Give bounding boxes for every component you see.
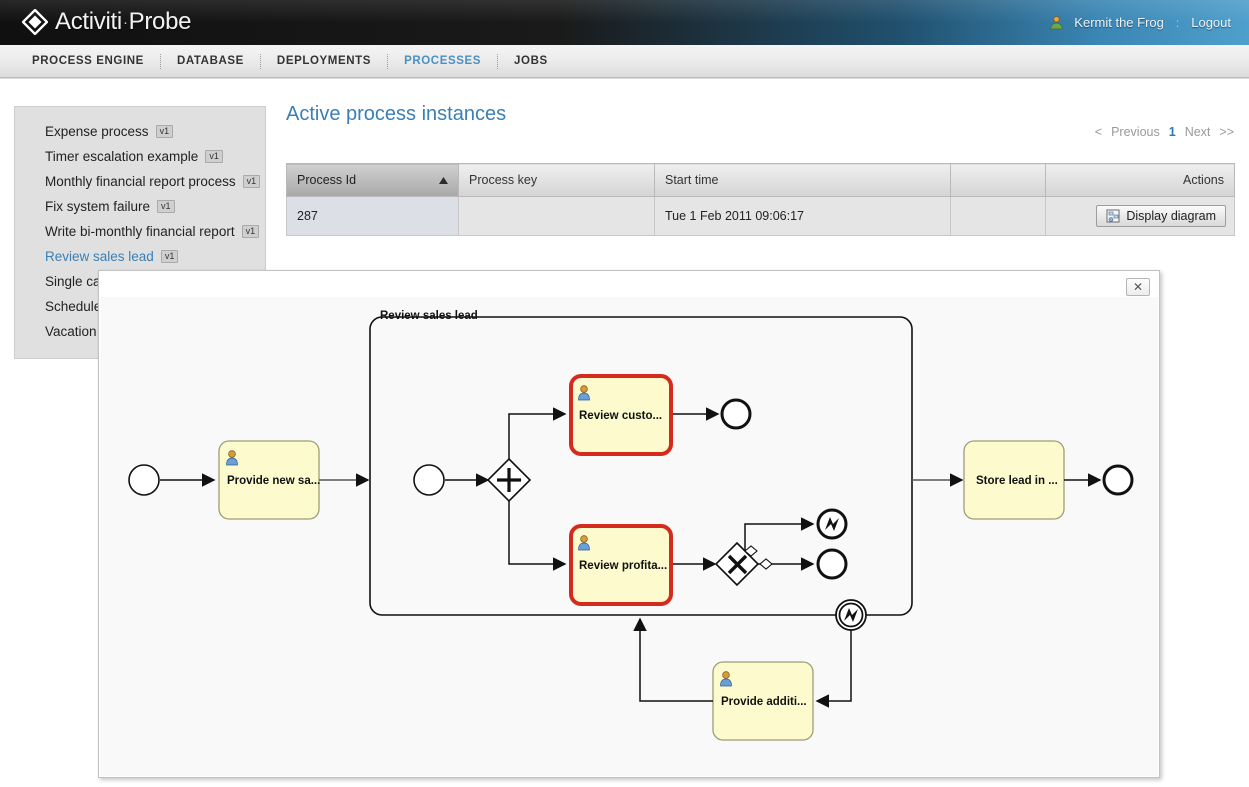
main-nav: PROCESS ENGINE DATABASE DEPLOYMENTS PROCESS… — [0, 45, 1249, 78]
sidebar-item-label[interactable]: Schedule — [45, 297, 101, 316]
brand-name-2: Probe — [128, 8, 192, 35]
brand-separator: · — [122, 14, 128, 31]
sidebar-item-label[interactable]: Review sales lead — [45, 247, 154, 266]
subprocess-label: Review sales lead — [380, 310, 478, 322]
version-badge: v1 — [155, 125, 174, 138]
end-event-review-customer[interactable] — [720, 398, 752, 430]
pagination: < Previous 1 Next >> — [1095, 125, 1234, 139]
sort-ascending-icon — [439, 177, 448, 184]
app-header: Activiti·Probe Kermit the Frog : Logout — [0, 0, 1249, 45]
nav-item-processes[interactable]: PROCESSES — [388, 45, 497, 78]
version-badge: v1 — [205, 150, 223, 163]
sidebar-item-write-bi-monthly-financial-report[interactable]: Write bi-monthly financial report v1 — [15, 219, 265, 244]
brand: Activiti·Probe — [22, 4, 192, 40]
task-review-profitability[interactable]: Review profita... — [569, 524, 673, 606]
user-icon — [1049, 15, 1064, 30]
cell-actions: Display diagram — [1045, 196, 1235, 236]
column-header-process-id[interactable]: Process Id — [286, 163, 459, 197]
pager-current-page[interactable]: 1 — [1169, 125, 1176, 139]
bpmn-diagram-canvas: Review sales lead Provide new sa... Revi… — [100, 297, 1158, 776]
version-badge: v1 — [157, 200, 175, 213]
column-header-label: Actions — [1183, 173, 1224, 187]
pager-next-arrow[interactable]: >> — [1219, 125, 1234, 139]
column-header-label: Start time — [665, 173, 719, 187]
version-badge: v1 — [160, 250, 179, 263]
sidebar-item-label[interactable]: Monthly financial report process — [45, 172, 236, 191]
sidebar-item-expense-process[interactable]: Expense process v1 — [15, 119, 265, 144]
diamond-logo-icon — [22, 9, 48, 35]
cell-process-id: 287 — [286, 196, 459, 236]
cell-blank — [950, 196, 1046, 236]
nav-item-jobs[interactable]: JOBS — [498, 45, 564, 78]
start-event[interactable] — [128, 464, 160, 496]
version-badge: v1 — [242, 175, 261, 188]
sidebar-item-timer-escalation-example[interactable]: Timer escalation example v1 — [15, 144, 265, 169]
pager-previous[interactable]: Previous — [1111, 125, 1160, 139]
sidebar-item-label[interactable]: Write bi-monthly financial report — [45, 222, 235, 241]
task-label: Store lead in ... — [976, 475, 1058, 487]
error-end-event[interactable] — [816, 508, 848, 540]
task-store-lead-in-system[interactable]: Store lead in ... — [963, 440, 1065, 520]
sidebar-item-label[interactable]: Timer escalation example — [45, 147, 198, 166]
brand-title: Activiti·Probe — [55, 8, 192, 36]
logout-link[interactable]: Logout — [1191, 15, 1231, 30]
task-label: Provide additi... — [721, 696, 807, 708]
task-provide-additional-details[interactable]: Provide additi... — [712, 661, 814, 741]
sidebar-item-fix-system-failure[interactable]: Fix system failure v1 — [15, 194, 265, 219]
pager-prev-arrow[interactable]: < — [1095, 125, 1102, 139]
nav-item-database[interactable]: DATABASE — [161, 45, 260, 78]
header-user-area: Kermit the Frog : Logout — [1049, 0, 1231, 45]
process-instances-table: Process Id Process key Start time Actions 2… — [286, 163, 1235, 236]
task-provide-new-sales-lead[interactable]: Provide new sa... — [218, 440, 320, 520]
table-header-row: Process Id Process key Start time Actions — [286, 163, 1235, 197]
column-header-process-key[interactable]: Process key — [458, 163, 655, 197]
cell-process-key — [458, 196, 655, 236]
header-divider: : — [1175, 15, 1180, 30]
sidebar-item-label[interactable]: Single ca — [45, 272, 101, 291]
cell-start-time: Tue 1 Feb 2011 09:06:17 — [654, 196, 951, 236]
column-header-start-time[interactable]: Start time — [654, 163, 951, 197]
nav-item-deployments[interactable]: DEPLOYMENTS — [261, 45, 387, 78]
sidebar-item-review-sales-lead[interactable]: Review sales lead v1 — [15, 244, 265, 269]
sidebar-item-label[interactable]: Expense process — [45, 122, 149, 141]
diagram-modal: ✕ Review sales lead Provide new sa... Re… — [98, 270, 1160, 778]
process-end-event[interactable] — [1102, 464, 1134, 496]
diagram-icon — [1106, 209, 1120, 223]
table-body: 287 Tue 1 Feb 2011 09:06:17 Display diagra… — [286, 196, 1235, 236]
main-panel: Active process instances < Previous 1 Ne… — [286, 101, 1235, 236]
display-diagram-button[interactable]: Display diagram — [1096, 205, 1226, 227]
column-header-label: Process Id — [297, 173, 357, 187]
boundary-error-event[interactable] — [835, 599, 867, 631]
user-name-link[interactable]: Kermit the Frog — [1074, 15, 1164, 30]
task-label: Provide new sa... — [227, 475, 320, 487]
close-icon[interactable]: ✕ — [1126, 278, 1150, 296]
page-title: Active process instances — [286, 103, 507, 125]
task-review-customer-rating[interactable]: Review custo... — [569, 374, 673, 456]
nav-item-process-engine[interactable]: PROCESS ENGINE — [16, 45, 160, 78]
column-header-label: Process key — [469, 173, 538, 187]
brand-name: Activiti — [55, 8, 122, 35]
sidebar-item-label[interactable]: Fix system failure — [45, 197, 150, 216]
column-header-actions[interactable]: Actions — [1045, 163, 1235, 197]
display-diagram-label: Display diagram — [1126, 209, 1216, 223]
sidebar-item-label[interactable]: Vacation — [45, 322, 97, 341]
table-row[interactable]: 287 Tue 1 Feb 2011 09:06:17 Display diagra… — [286, 196, 1235, 236]
pager-next[interactable]: Next — [1185, 125, 1211, 139]
subprocess-start-event[interactable] — [413, 464, 445, 496]
sidebar-item-monthly-financial-report-process[interactable]: Monthly financial report process v1 — [15, 169, 265, 194]
end-event-profitability[interactable] — [816, 548, 848, 580]
task-label: Review custo... — [579, 410, 662, 422]
task-label: Review profita... — [579, 560, 667, 572]
column-header-blank[interactable] — [950, 163, 1046, 197]
parallel-gateway[interactable] — [486, 457, 532, 503]
version-badge: v1 — [241, 225, 260, 238]
bpmn-diagram: Review sales lead Provide new sa... Revi… — [128, 310, 1134, 741]
